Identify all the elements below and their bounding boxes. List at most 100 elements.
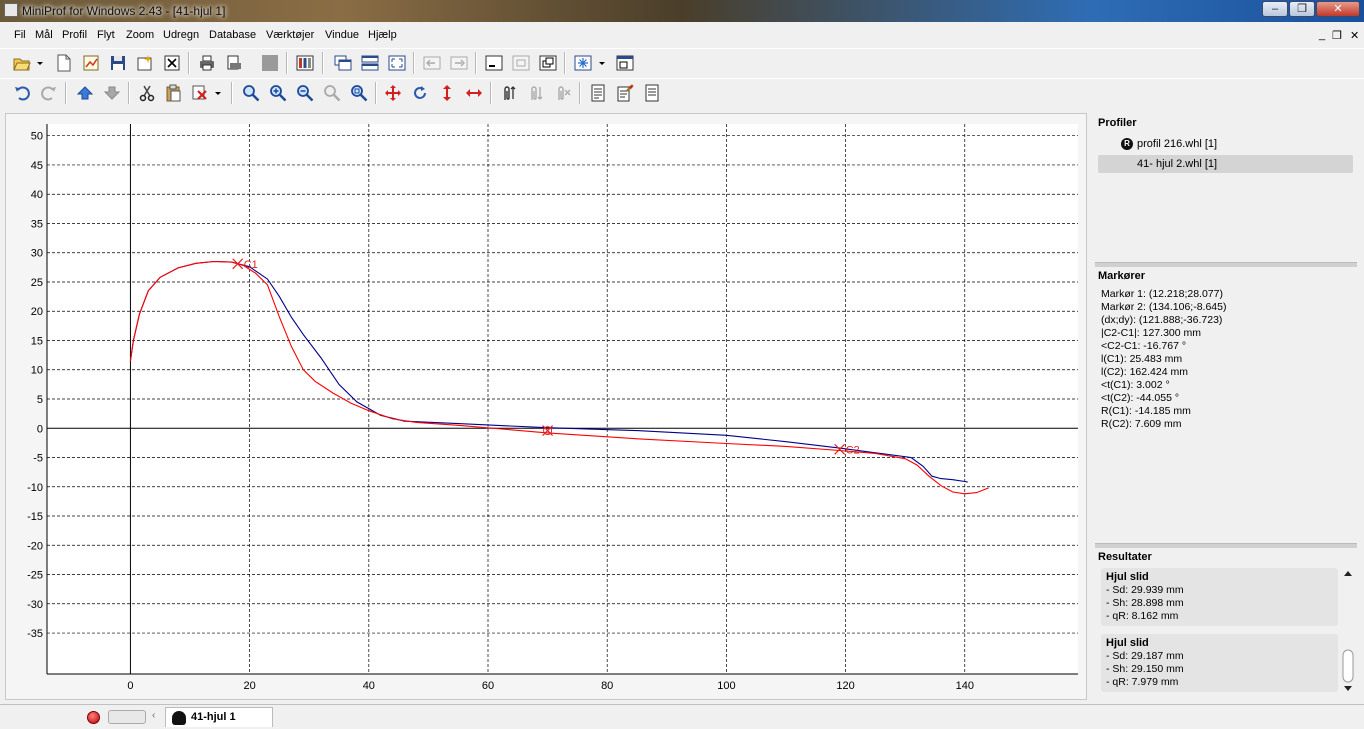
menu-zoom[interactable]: Zoom (126, 29, 154, 41)
previous-window-icon (421, 52, 443, 74)
menu-profil[interactable]: Profil (62, 29, 87, 41)
splitter-handle[interactable] (1095, 543, 1357, 548)
side-panel: Profiler R profil 216.whl [1] 41- hjul 2… (1093, 113, 1359, 700)
clip-remove-icon (552, 82, 574, 104)
marker-line: l(C2): 162.424 mm (1101, 366, 1188, 378)
fit-window-icon[interactable] (386, 52, 408, 74)
y-tick-label: -5 (33, 453, 43, 465)
y-tick-label: 20 (31, 306, 43, 318)
maximize-button[interactable]: ❐ (1289, 1, 1315, 17)
save-icon[interactable] (107, 52, 129, 74)
tile-horizontal-icon[interactable] (359, 52, 381, 74)
results-title: Resultater (1098, 551, 1152, 563)
result-line: - Sd: 29.939 mm (1106, 584, 1184, 596)
y-tick-label: 25 (31, 277, 43, 289)
move-all-icon[interactable] (382, 82, 404, 104)
splitter-handle[interactable] (1095, 262, 1357, 267)
close-document-icon[interactable] (161, 52, 183, 74)
zoom-all-icon[interactable] (348, 82, 370, 104)
main-toolbar (0, 48, 1364, 76)
menu-maal[interactable]: Mål (35, 29, 53, 41)
y-tick-label: -20 (27, 540, 43, 552)
toolbar-separator (413, 52, 415, 74)
open-dropdown-arrow-icon[interactable] (34, 52, 46, 74)
move-horizontal-icon[interactable] (463, 82, 485, 104)
profile-item-reference[interactable]: R profil 216.whl [1] (1098, 135, 1353, 153)
toolbar-separator (475, 52, 477, 74)
menu-flyt[interactable]: Flyt (97, 29, 115, 41)
print-preview-icon[interactable] (223, 52, 245, 74)
zoom-out-icon[interactable] (294, 82, 316, 104)
delete-icon[interactable] (189, 82, 211, 104)
move-up-icon[interactable] (74, 82, 96, 104)
y-tick-label: -35 (27, 628, 43, 640)
cut-icon[interactable] (136, 82, 158, 104)
window-dropdown-arrow-icon[interactable] (596, 52, 608, 74)
status-field (108, 710, 146, 724)
new-document-icon[interactable] (53, 52, 75, 74)
clip-up-icon[interactable] (498, 82, 520, 104)
cursor-label: C2 (846, 444, 860, 456)
y-tick-label: 0 (37, 423, 43, 435)
menu-vindue[interactable]: Vindue (325, 29, 359, 41)
result-line: - qR: 7.979 mm (1106, 676, 1179, 688)
delete-dropdown-arrow-icon[interactable] (212, 82, 224, 104)
profile-chart[interactable]: 50454035302520151050-5-10-15-20-25-30-35… (6, 114, 1088, 701)
document-tab[interactable]: 41-hjul 1 (165, 707, 273, 727)
y-tick-label: 50 (31, 131, 43, 143)
report-icon[interactable] (587, 82, 609, 104)
zoom-in-icon[interactable] (267, 82, 289, 104)
y-tick-label: -30 (27, 599, 43, 611)
new-window-icon[interactable] (134, 52, 156, 74)
profile-graph-panel[interactable]: 50 45 40 35 30 25 20 15 10 5 0 -5 -10 -15 -20 -25 -30 -35… (5, 113, 1087, 700)
record-indicator-icon[interactable] (87, 711, 100, 724)
close-button[interactable]: ✕ (1316, 1, 1360, 17)
marker-line: (dx;dy): (121.888;-36.723) (1101, 314, 1223, 326)
x-tick-label: 120 (836, 680, 854, 692)
cascade-windows-icon[interactable] (332, 52, 354, 74)
profile-manager-icon[interactable] (294, 52, 316, 74)
chart-document-icon[interactable] (80, 52, 102, 74)
result-line: - Sh: 29.150 mm (1106, 663, 1184, 675)
print-icon[interactable] (196, 52, 218, 74)
results-scrollbar[interactable] (1341, 568, 1355, 694)
menu-fil[interactable]: Fil (14, 29, 26, 41)
menu-vaerktoejer[interactable]: Værktøjer (266, 29, 314, 41)
restore-all-icon[interactable] (537, 52, 559, 74)
open-folder-icon[interactable] (11, 52, 33, 74)
y-tick-label: -15 (27, 511, 43, 523)
toolbar-separator (286, 52, 288, 74)
window-layout-icon[interactable] (614, 52, 636, 74)
mdi-close-button[interactable]: ✕ (1350, 29, 1359, 42)
toolbar-separator (231, 82, 233, 104)
x-tick-label: 60 (482, 680, 494, 692)
chevron-left-icon[interactable]: ‹ (152, 710, 155, 721)
notes-icon[interactable] (641, 82, 663, 104)
y-tick-label: -25 (27, 570, 43, 582)
rotate-icon[interactable] (409, 82, 431, 104)
undo-icon[interactable] (11, 82, 33, 104)
new-star-window-icon[interactable] (572, 52, 594, 74)
mdi-minimize-button[interactable]: _ (1319, 29, 1325, 41)
window-title: MiniProf for Windows 2.43 - [41-hjul 1] (22, 4, 226, 18)
minimize-button[interactable]: – (1262, 1, 1288, 17)
menu-hjaelp[interactable]: Hjælp (368, 29, 397, 41)
report-edit-icon[interactable] (614, 82, 636, 104)
disabled-square-icon (259, 52, 281, 74)
result-card: Hjul slid - Sd: 29.187 mm - Sh: 29.150 m… (1101, 634, 1338, 692)
menu-database[interactable]: Database (209, 29, 256, 41)
paste-icon[interactable] (162, 82, 184, 104)
menu-udregn[interactable]: Udregn (163, 29, 199, 41)
zoom-icon[interactable] (240, 82, 262, 104)
edit-toolbar (0, 78, 1364, 106)
document-tab-label: 41-hjul 1 (191, 711, 236, 723)
mdi-restore-button[interactable]: ❐ (1332, 29, 1342, 42)
title-bar: MiniProf for Windows 2.43 - [41-hjul 1] … (0, 0, 1364, 22)
profile-item-label: 41- hjul 2.whl [1] (1137, 158, 1218, 170)
x-tick-label: 20 (243, 680, 255, 692)
move-vertical-icon[interactable] (436, 82, 458, 104)
cursor-label: C1 (244, 259, 258, 271)
result-line: - Sd: 29.187 mm (1106, 650, 1184, 662)
profile-item-selected[interactable]: 41- hjul 2.whl [1] (1098, 155, 1353, 173)
minimize-all-icon[interactable] (483, 52, 505, 74)
